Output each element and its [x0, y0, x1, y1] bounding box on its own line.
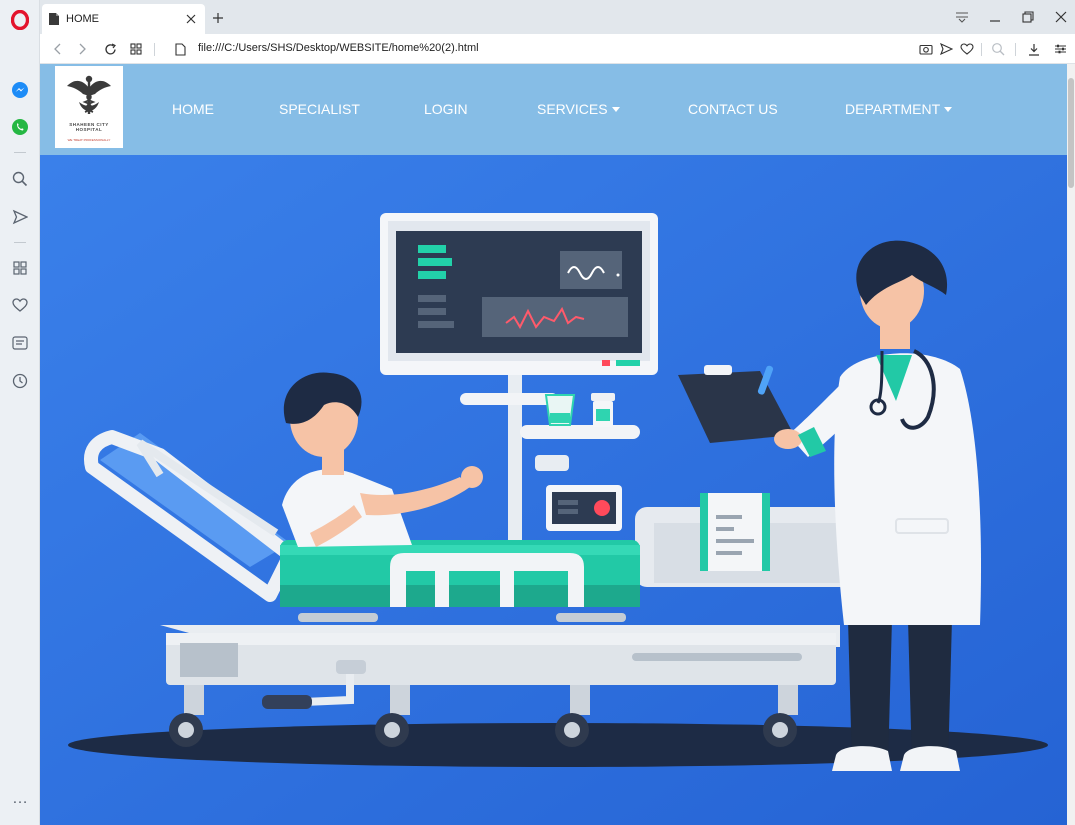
site-navbar: SHAHEEN CITY HOSPITAL WE TREAT PROFESSIO… — [40, 64, 1067, 155]
new-tab-button[interactable] — [208, 8, 228, 28]
hospital-logo[interactable]: SHAHEEN CITY HOSPITAL WE TREAT PROFESSIO… — [55, 66, 123, 148]
page-info-icon[interactable] — [170, 39, 190, 59]
nav-contact-us[interactable]: CONTACT US — [688, 101, 778, 117]
scrollbar-thumb[interactable] — [1068, 78, 1074, 188]
tab-title: HOME — [66, 13, 99, 25]
nav-services-label: SERVICES — [537, 101, 608, 117]
forward-icon[interactable] — [72, 39, 92, 59]
close-window-icon[interactable] — [1049, 6, 1073, 28]
tab-menu-icon[interactable] — [950, 6, 974, 28]
search-icon[interactable] — [8, 167, 32, 191]
tabs-grid-icon[interactable] — [126, 39, 146, 59]
caret-down-icon — [611, 106, 620, 112]
back-icon[interactable] — [48, 39, 68, 59]
page-scrollbar[interactable] — [1067, 64, 1075, 825]
nav-contact-label: CONTACT US — [688, 101, 778, 117]
vital-signs-monitor — [380, 213, 658, 375]
url-field[interactable]: file:///C:/Users/SHS/Desktop/WEBSITE/hom… — [198, 42, 479, 54]
opera-logo-icon[interactable] — [8, 8, 32, 32]
news-icon[interactable] — [8, 331, 32, 355]
vpn-icon[interactable] — [988, 39, 1008, 59]
reload-icon[interactable] — [100, 39, 120, 59]
tab-bar: HOME — [40, 0, 1075, 34]
hero-illustration — [40, 155, 1067, 825]
close-tab-icon[interactable] — [181, 9, 201, 29]
logo-text: SHAHEEN CITY HOSPITAL — [69, 122, 109, 132]
nav-department-label: DEPARTMENT — [845, 101, 941, 117]
whatsapp-icon[interactable] — [8, 115, 32, 139]
nav-services-dropdown[interactable]: SERVICES — [537, 101, 620, 117]
caduceus-emblem-icon — [67, 75, 111, 114]
messenger-icon[interactable] — [8, 78, 32, 102]
nav-specialist-label: SPECIALIST — [279, 101, 360, 117]
nav-department-dropdown[interactable]: DEPARTMENT — [845, 101, 953, 117]
speed-dial-icon[interactable] — [8, 256, 32, 280]
nav-home[interactable]: HOME — [172, 101, 214, 117]
heart-icon[interactable] — [8, 293, 32, 317]
send-icon[interactable] — [8, 205, 32, 229]
address-bar: file:///C:/Users/SHS/Desktop/WEBSITE/hom… — [40, 34, 1075, 64]
opera-sidebar: … — [0, 0, 40, 825]
web-page: SHAHEEN CITY HOSPITAL WE TREAT PROFESSIO… — [40, 64, 1067, 825]
tab-home[interactable]: HOME — [42, 4, 205, 34]
restore-icon[interactable] — [1016, 6, 1040, 28]
minimize-icon[interactable] — [983, 6, 1007, 28]
caret-down-icon — [944, 106, 953, 112]
more-icon[interactable]: … — [8, 787, 32, 811]
history-icon[interactable] — [8, 369, 32, 393]
bookmark-heart-icon[interactable] — [957, 39, 977, 59]
nav-login[interactable]: LOGIN — [424, 101, 468, 117]
easy-setup-icon[interactable] — [1050, 39, 1070, 59]
snapshot-icon[interactable] — [916, 39, 936, 59]
logo-tagline: WE TREAT PROFESSIONALLY — [67, 138, 111, 142]
page-icon — [49, 13, 59, 25]
nav-login-label: LOGIN — [424, 101, 468, 117]
nav-home-label: HOME — [172, 101, 214, 117]
download-icon[interactable] — [1024, 39, 1044, 59]
nav-specialist[interactable]: SPECIALIST — [279, 101, 360, 117]
send-page-icon[interactable] — [936, 39, 956, 59]
